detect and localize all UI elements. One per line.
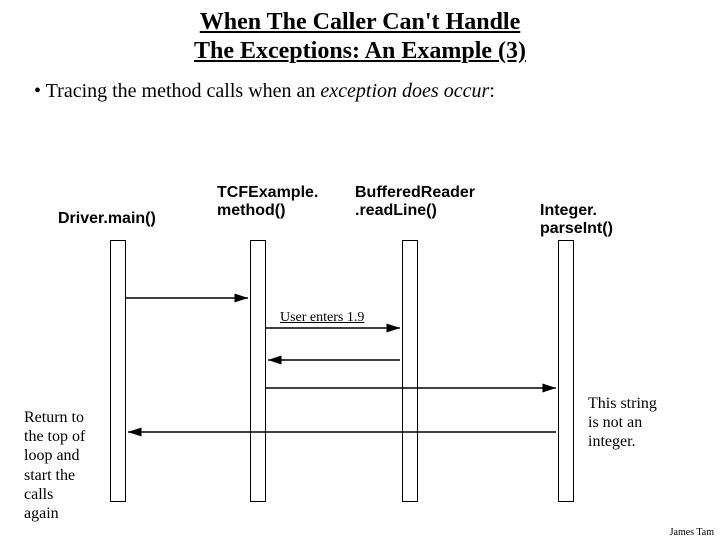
note-l3: integer. [588,433,636,450]
ret-l2: the top of [24,428,85,445]
ret-l4: start the [24,467,75,484]
bullet-prefix: • Tracing the method calls when an [34,80,320,102]
ret-l6: again [24,505,59,522]
user-enters-label: User enters 1.9 [280,310,364,326]
note-l2: is not an [588,414,642,431]
bullet-suffix: : [489,80,495,102]
title-line-1: When The Caller Can't Handle [200,9,520,35]
note-l1: This string [588,395,657,412]
note-not-integer: This string is not an integer. [588,394,688,452]
return-note: Return to the top of loop and start the … [24,408,99,523]
bullet-italic: exception does occur [320,80,489,102]
ret-l1: Return to [24,409,84,426]
credit: James Tam [670,527,714,538]
bullet-text: • Tracing the method calls when an excep… [0,66,720,103]
arrows-layer [0,150,720,530]
ret-l3: loop and [24,447,80,464]
sequence-diagram: Driver.main() TCFExample. method() Buffe… [0,150,720,530]
ret-l5: calls [24,486,53,503]
slide-title: When The Caller Can't Handle The Excepti… [0,0,720,66]
title-line-2: The Exceptions: An Example (3) [194,38,526,64]
